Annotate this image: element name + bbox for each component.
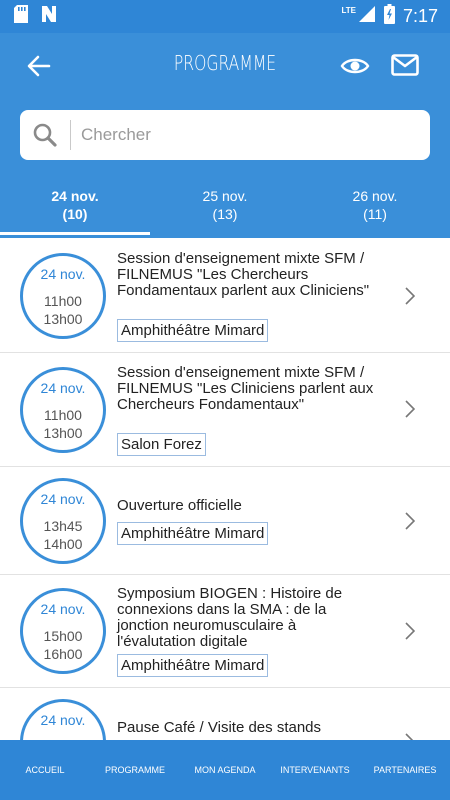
session-row[interactable]: 24 nov. Pause Café / Visite des stands bbox=[0, 688, 450, 740]
search-icon[interactable] bbox=[20, 110, 70, 160]
session-row[interactable]: 24 nov. 11h00 13h00 Session d'enseigneme… bbox=[0, 353, 450, 467]
session-room: Amphithéâtre Mimard bbox=[117, 522, 269, 545]
session-start: 15h00 bbox=[43, 628, 83, 644]
date-tabs: 24 nov. (10) 25 nov. (13) 26 nov. (11) bbox=[0, 183, 450, 235]
app-screen: LTE 7:17 PROGRAMME Chercher 24 nov. (10)… bbox=[0, 0, 450, 800]
session-time-badge: 24 nov. 11h00 13h00 bbox=[20, 253, 106, 339]
tab-date: 24 nov. bbox=[51, 188, 99, 204]
session-list: 24 nov. 11h00 13h00 Session d'enseigneme… bbox=[0, 238, 450, 740]
session-start: 11h00 bbox=[44, 407, 82, 423]
tab-26-nov[interactable]: 26 nov. (11) bbox=[300, 183, 450, 235]
status-bar: LTE 7:17 bbox=[0, 0, 450, 33]
tab-date: 26 nov. bbox=[352, 188, 398, 204]
session-row[interactable]: 24 nov. 15h00 16h00 Symposium BIOGEN : H… bbox=[0, 575, 450, 688]
signal-icon bbox=[358, 5, 376, 28]
mail-button[interactable] bbox=[390, 51, 420, 79]
n-app-icon bbox=[40, 5, 58, 28]
session-room: Salon Forez bbox=[117, 433, 206, 456]
session-time-badge: 24 nov. 11h00 13h00 bbox=[20, 367, 106, 453]
nav-mon-agenda[interactable]: MON AGENDA bbox=[180, 740, 270, 800]
session-title: Session d'enseignement mixte SFM / FILNE… bbox=[117, 250, 370, 299]
session-time-badge: 24 nov. 15h00 16h00 bbox=[20, 588, 106, 674]
sd-card-icon bbox=[14, 5, 28, 28]
session-room: Amphithéâtre Mimard bbox=[117, 319, 269, 342]
search-bar bbox=[20, 110, 430, 160]
session-end: 16h00 bbox=[43, 646, 83, 662]
eye-icon bbox=[340, 58, 370, 74]
tab-25-nov[interactable]: 25 nov. (13) bbox=[150, 183, 300, 235]
nav-accueil[interactable]: ACCUEIL bbox=[0, 740, 90, 800]
chevron-right-icon bbox=[402, 621, 418, 641]
session-date: 24 nov. bbox=[40, 712, 86, 728]
session-title: Ouverture officielle bbox=[117, 497, 242, 514]
session-date: 24 nov. bbox=[40, 491, 86, 507]
session-end: 13h00 bbox=[43, 425, 83, 441]
chevron-right-icon bbox=[402, 511, 418, 531]
session-start: 13h45 bbox=[43, 518, 83, 534]
tab-count: (13) bbox=[212, 206, 238, 222]
session-row[interactable]: 24 nov. 11h00 13h00 Session d'enseigneme… bbox=[0, 238, 450, 353]
chevron-right-icon bbox=[402, 286, 418, 306]
session-start: 11h00 bbox=[44, 293, 82, 309]
search-input[interactable] bbox=[71, 115, 430, 155]
clock: 7:17 bbox=[402, 6, 438, 26]
session-end: 14h00 bbox=[43, 536, 83, 552]
nav-programme[interactable]: PROGRAMME bbox=[90, 740, 180, 800]
session-title: Session d'enseignement mixte SFM / FILNE… bbox=[117, 364, 374, 413]
tab-24-nov[interactable]: 24 nov. (10) bbox=[0, 183, 150, 235]
arrow-left-icon bbox=[27, 55, 51, 77]
nav-partenaires[interactable]: PARTENAIRES bbox=[360, 740, 450, 800]
tab-date: 25 nov. bbox=[202, 188, 248, 204]
session-date: 24 nov. bbox=[40, 601, 86, 617]
network-type: LTE bbox=[341, 6, 356, 15]
session-time-badge: 24 nov. 13h45 14h00 bbox=[20, 478, 106, 564]
session-room: Amphithéâtre Mimard bbox=[117, 654, 269, 677]
session-time-badge: 24 nov. bbox=[20, 699, 106, 740]
visibility-button[interactable] bbox=[339, 53, 371, 79]
chevron-right-icon bbox=[402, 732, 418, 740]
session-title: Pause Café / Visite des stands bbox=[117, 719, 322, 736]
session-row[interactable]: 24 nov. 13h45 14h00 Ouverture officielle… bbox=[0, 467, 450, 575]
header: PROGRAMME 24 nov. (10) 25 nov. (13) 2 bbox=[0, 33, 450, 271]
tab-count: (10) bbox=[62, 206, 88, 222]
bottom-navigation: ACCUEIL PROGRAMME MON AGENDA INTERVENANT… bbox=[0, 740, 450, 800]
session-date: 24 nov. bbox=[40, 266, 86, 282]
battery-icon bbox=[383, 4, 395, 29]
mail-icon bbox=[391, 54, 419, 76]
session-end: 13h00 bbox=[43, 311, 83, 327]
session-date: 24 nov. bbox=[40, 380, 86, 396]
session-title: Symposium BIOGEN : Histoire de connexion… bbox=[117, 585, 343, 650]
nav-intervenants[interactable]: INTERVENANTS bbox=[270, 740, 360, 800]
tab-count: (11) bbox=[363, 206, 387, 222]
chevron-right-icon bbox=[402, 399, 418, 419]
